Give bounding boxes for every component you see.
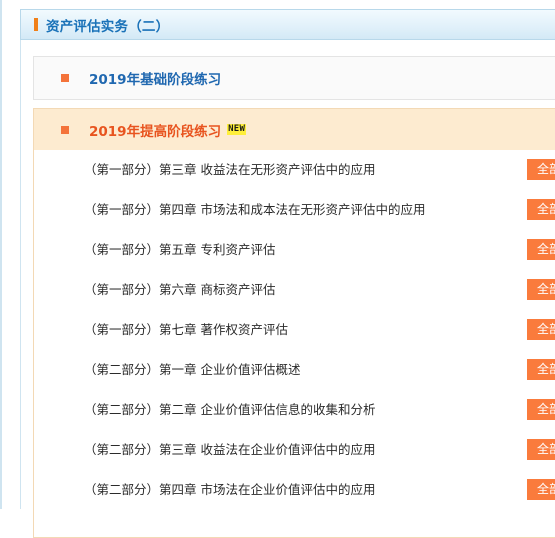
lesson-title: （第一部分）第四章 市场法和成本法在无形资产评估中的应用: [84, 202, 426, 217]
list-item[interactable]: （第一部分）第三章 收益法在无形资产评估中的应用 全部: [34, 150, 555, 190]
panel-body: 2019年基础阶段练习 2019年提高阶段练习 NEW （第一部分）第三章 收益…: [20, 40, 555, 538]
view-all-button[interactable]: 全部: [527, 439, 555, 460]
lesson-list: （第一部分）第三章 收益法在无形资产评估中的应用 全部 （第一部分）第四章 市场…: [34, 150, 555, 510]
section-advanced-stage: 2019年提高阶段练习 NEW （第一部分）第三章 收益法在无形资产评估中的应用…: [33, 108, 555, 538]
square-bullet-icon: [61, 125, 69, 134]
new-badge: NEW: [227, 124, 247, 135]
lesson-title: （第二部分）第二章 企业价值评估信息的收集和分析: [84, 402, 376, 417]
course-panel: 资产评估实务（二） 2019年基础阶段练习 2019年提高阶段练习 NEW （第…: [0, 0, 555, 538]
view-all-button[interactable]: 全部: [527, 239, 555, 260]
list-item[interactable]: （第一部分）第七章 著作权资产评估 全部: [34, 310, 555, 350]
list-item[interactable]: （第二部分）第二章 企业价值评估信息的收集和分析 全部: [34, 390, 555, 430]
view-all-button[interactable]: 全部: [527, 479, 555, 500]
list-item[interactable]: （第一部分）第五章 专利资产评估 全部: [34, 230, 555, 270]
section-header-advanced-stage[interactable]: 2019年提高阶段练习 NEW: [34, 109, 555, 150]
lesson-title: （第二部分）第一章 企业价值评估概述: [84, 362, 301, 377]
square-bullet-icon: [61, 74, 69, 82]
list-item[interactable]: （第二部分）第四章 市场法在企业价值评估中的应用 全部: [34, 470, 555, 510]
view-all-button[interactable]: 全部: [527, 399, 555, 420]
lesson-title: （第一部分）第五章 专利资产评估: [84, 242, 276, 257]
lesson-title: （第二部分）第三章 收益法在企业价值评估中的应用: [84, 442, 376, 457]
view-all-button[interactable]: 全部: [527, 359, 555, 380]
panel-header: 资产评估实务（二）: [20, 9, 555, 40]
view-all-button[interactable]: 全部: [527, 199, 555, 220]
list-item[interactable]: （第二部分）第一章 企业价值评估概述 全部: [34, 350, 555, 390]
lesson-title: （第二部分）第四章 市场法在企业价值评估中的应用: [84, 482, 376, 497]
view-all-button[interactable]: 全部: [527, 319, 555, 340]
view-all-button[interactable]: 全部: [527, 279, 555, 300]
section-title-basic-stage: 2019年基础阶段练习: [89, 72, 222, 88]
list-item[interactable]: （第一部分）第四章 市场法和成本法在无形资产评估中的应用 全部: [34, 190, 555, 230]
lesson-title: （第一部分）第三章 收益法在无形资产评估中的应用: [84, 162, 376, 177]
lesson-title: （第一部分）第七章 著作权资产评估: [84, 322, 288, 337]
list-item[interactable]: （第一部分）第六章 商标资产评估 全部: [34, 270, 555, 310]
section-title-advanced-stage: 2019年提高阶段练习: [89, 123, 222, 140]
list-item[interactable]: （第二部分）第三章 收益法在企业价值评估中的应用 全部: [34, 430, 555, 470]
view-all-button[interactable]: 全部: [527, 159, 555, 180]
section-basic-stage[interactable]: 2019年基础阶段练习: [33, 56, 555, 100]
lesson-title: （第一部分）第六章 商标资产评估: [84, 282, 276, 297]
header-accent-marker-icon: [34, 18, 38, 31]
page-title: 资产评估实务（二）: [46, 18, 170, 35]
